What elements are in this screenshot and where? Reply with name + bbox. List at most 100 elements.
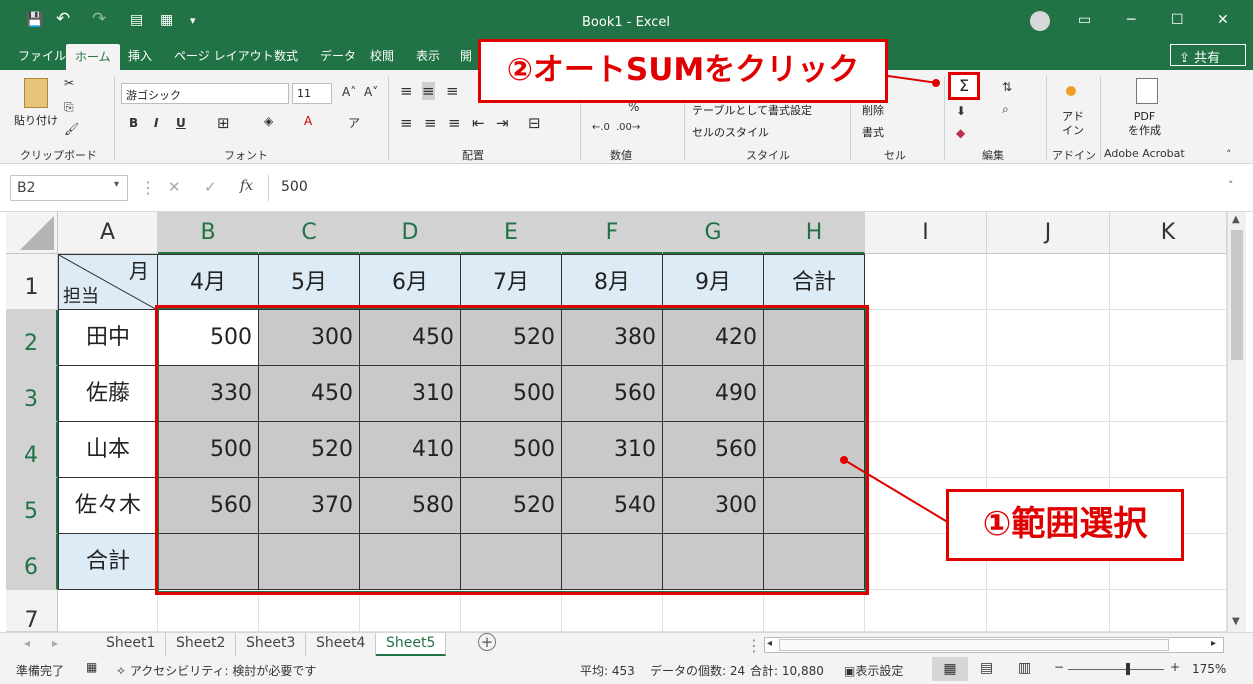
decrease-indent-icon[interactable]: ⇤ [472,114,485,132]
create-pdf-button[interactable]: PDF を作成 [1128,110,1161,138]
column-header-e[interactable]: E [461,212,562,254]
tab-formulas[interactable]: 数式 [274,47,298,64]
zoom-slider[interactable] [1068,669,1164,670]
sheet-tab-sheet2[interactable]: Sheet2 [166,633,237,656]
scroll-left-icon[interactable]: ◂ [767,638,772,649]
find-select-icon[interactable]: ⌕ [1002,102,1009,117]
addin-icon[interactable] [1066,86,1076,96]
phonetic-icon[interactable]: ア [348,114,360,131]
paste-icon[interactable] [24,78,48,108]
collapse-ribbon-icon[interactable]: ˄ [1226,148,1232,161]
month-header-4[interactable]: 7月 [461,254,562,310]
form-icon[interactable]: ▦ [160,12,173,28]
format-painter-icon[interactable]: 🖌 [64,122,79,136]
merge-center-icon[interactable]: ⊟ [528,114,541,132]
sheet-tab-sheet4[interactable]: Sheet4 [306,633,377,656]
share-button[interactable]: ⇪ 共有 [1170,44,1246,66]
h-scroll-thumb[interactable] [779,639,1169,651]
close-button[interactable]: ✕ [1217,12,1229,28]
fill-color-icon[interactable]: ◈ [264,114,273,128]
column-header-k[interactable]: K [1110,212,1227,254]
tab-splitter-icon[interactable]: ⋮ [746,636,762,655]
border-icon[interactable]: ⊞ [217,114,230,132]
month-header-5[interactable]: 8月 [562,254,663,310]
cell-e7[interactable] [461,590,562,632]
cell-a1-diagonal-header[interactable]: 月担当 [58,254,159,311]
month-header-2[interactable]: 5月 [259,254,360,310]
cancel-icon[interactable]: ✕ [168,178,181,196]
column-header-f[interactable]: F [562,212,663,254]
tab-review[interactable]: 校閲 [370,47,394,64]
page-layout-view-icon[interactable]: ▤ [980,660,993,676]
shrink-font-icon[interactable]: A˅ [364,85,378,99]
cell-i3[interactable] [865,366,987,422]
name-box-dropdown-icon[interactable]: ▾ [114,179,119,190]
cell-j7[interactable] [987,590,1110,632]
paste-button[interactable]: 貼り付け [14,112,58,128]
copy-icon[interactable]: ⎘ [64,100,74,115]
person-name-3[interactable]: 山本 [58,422,158,478]
font-size-combo[interactable]: 11 [292,83,332,104]
horizontal-scrollbar[interactable]: ◂ ▸ [764,637,1224,653]
save-icon[interactable]: 💾 [26,12,43,28]
underline-button[interactable]: U [176,116,186,130]
tab-home[interactable]: ホーム [66,44,120,70]
month-header-6[interactable]: 9月 [663,254,764,310]
scroll-right-icon[interactable]: ▸ [1211,638,1216,649]
select-all-button[interactable] [6,212,58,254]
bold-button[interactable]: B [129,116,138,130]
add-sheet-button[interactable]: + [478,633,496,651]
cell-j3[interactable] [987,366,1110,422]
cut-icon[interactable]: ✂ [64,76,74,90]
minimize-button[interactable]: ─ [1127,12,1135,28]
insert-function-button[interactable]: fx [240,178,253,194]
scroll-up-icon[interactable]: ▲ [1232,214,1240,225]
tab-file[interactable]: ファイル [18,47,66,64]
scroll-thumb[interactable] [1231,230,1243,360]
row-header-3[interactable]: 3 [6,366,58,422]
cell-c7[interactable] [259,590,360,632]
cell-b7[interactable] [158,590,259,632]
customize-toolbar-icon[interactable]: ▾ [190,14,196,27]
month-header-1[interactable]: 4月 [158,254,259,310]
clear-icon[interactable]: ◆ [956,126,965,140]
vertical-scrollbar[interactable]: ▲ ▼ [1227,212,1246,632]
tab-developer[interactable]: 開 [460,47,472,64]
formula-input[interactable]: 500 [268,175,1244,201]
zoom-out-icon[interactable]: − [1054,660,1064,674]
cell-a7[interactable] [58,590,158,632]
cell-styles-button[interactable]: セルのスタイル [692,124,769,140]
cell-k2[interactable] [1110,310,1227,366]
tab-view[interactable]: 表示 [416,47,440,64]
align-bottom-icon[interactable]: ≡ [446,82,459,100]
sheet-tab-sheet3[interactable]: Sheet3 [236,633,307,656]
row-header-2[interactable]: 2 [6,310,58,366]
cell-i7[interactable] [865,590,987,632]
tab-insert[interactable]: 挿入 [128,47,152,64]
cell-f7[interactable] [562,590,663,632]
cell-k7[interactable] [1110,590,1227,632]
autosum-button[interactable]: Σ [948,72,980,100]
column-header-g[interactable]: G [663,212,764,254]
decrease-decimal-icon[interactable]: .00→ [616,122,640,133]
row-header-7[interactable]: 7 [6,590,58,633]
undo-icon[interactable]: ↶ [56,9,70,29]
restore-button[interactable]: ☐ [1171,12,1184,28]
enter-icon[interactable]: ✓ [204,178,217,196]
cell-i4[interactable] [865,422,987,478]
macro-record-icon[interactable]: ▦ [86,660,97,674]
column-header-j[interactable]: J [987,212,1110,254]
month-header-7[interactable]: 合計 [764,254,865,310]
redo-icon[interactable]: ↷ [92,9,106,29]
cell-k1[interactable] [1110,254,1227,310]
zoom-level[interactable]: 175% [1192,662,1226,676]
zoom-in-icon[interactable]: + [1170,660,1180,674]
cell-j1[interactable] [987,254,1110,310]
align-left-icon[interactable]: ≡ [400,114,413,132]
next-sheet-icon[interactable]: ▸ [52,636,58,650]
column-header-i[interactable]: I [865,212,987,254]
print-preview-icon[interactable]: ▤ [130,12,143,28]
font-name-combo[interactable]: 游ゴシック [121,83,289,104]
row-header-1[interactable]: 1 [6,254,58,310]
name-box[interactable]: B2 [10,175,128,201]
